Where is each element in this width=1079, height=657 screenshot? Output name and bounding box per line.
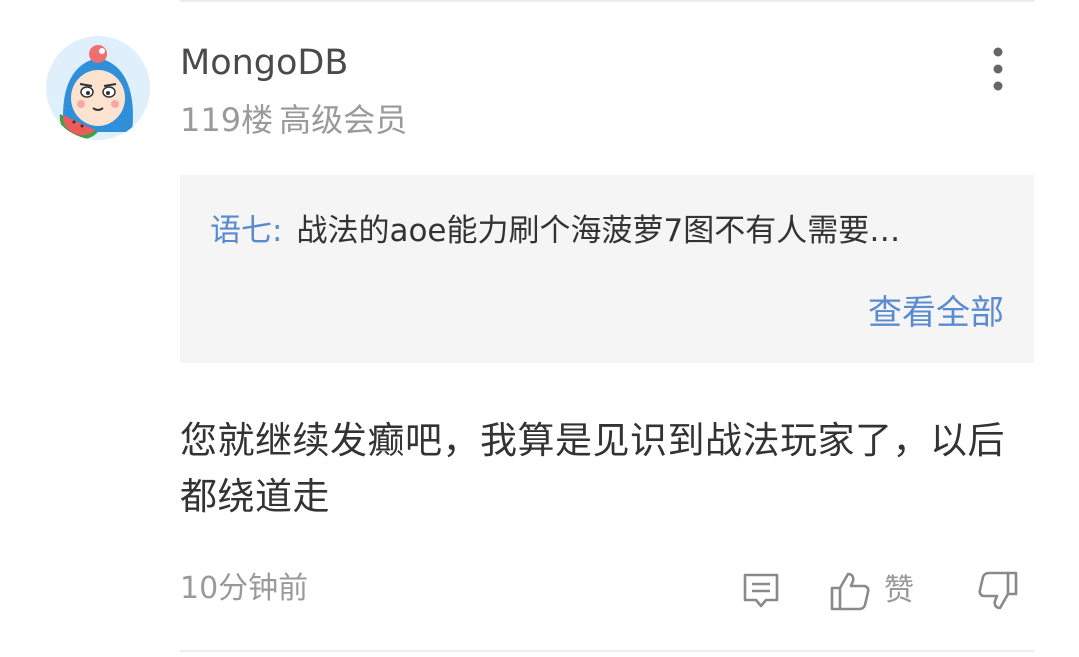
- user-meta: 119楼 高级会员: [180, 100, 407, 140]
- comment-body: 您就继续发癫吧，我算是见识到战法玩家了，以后都绕道走: [180, 419, 1005, 518]
- reply-button[interactable]: [740, 568, 782, 614]
- comment-timestamp: 10分钟前: [180, 571, 309, 606]
- reply-separator: :: [272, 213, 283, 249]
- reply-preview-box[interactable]: 语七: 战法的aoe能力刷个海菠萝7图不有人需要… 查看全部: [180, 175, 1034, 363]
- floor-number: 119楼: [180, 101, 274, 139]
- reply-text: 战法的aoe能力刷个海菠萝7图不有人需要…: [296, 213, 901, 249]
- thumbs-up-icon: [830, 572, 870, 611]
- thumbs-down-icon: [978, 571, 1018, 610]
- bottom-divider: [180, 650, 1034, 652]
- more-options-button[interactable]: [976, 44, 1020, 94]
- member-level-badge: 高级会员: [279, 101, 408, 139]
- username[interactable]: MongoDB: [180, 42, 348, 84]
- avatar-cartoon-icon: [59, 45, 133, 140]
- top-divider: [180, 0, 1034, 2]
- view-all-link[interactable]: 查看全部: [868, 291, 1004, 335]
- reply-author[interactable]: 语七: [210, 213, 272, 249]
- more-vertical-icon: [993, 47, 1003, 91]
- like-label: 赞: [884, 573, 914, 608]
- avatar[interactable]: [46, 36, 150, 140]
- dislike-button[interactable]: [976, 568, 1020, 614]
- like-button[interactable]: 赞: [828, 568, 914, 614]
- comment-icon: [743, 573, 779, 608]
- reply-preview-line: 语七: 战法的aoe能力刷个海菠萝7图不有人需要…: [210, 211, 900, 251]
